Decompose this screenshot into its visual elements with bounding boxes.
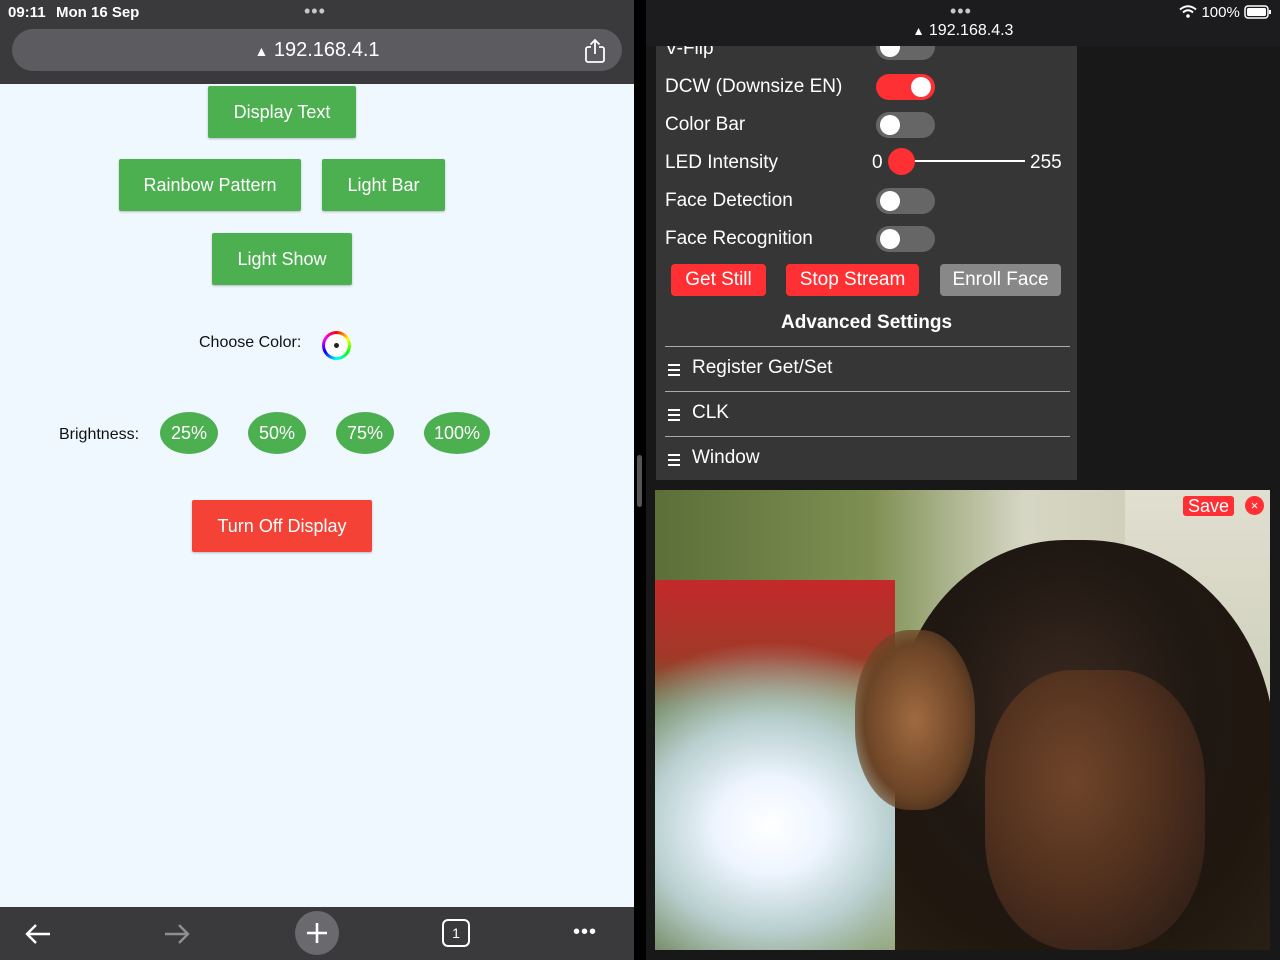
display-text-button[interactable]: Display Text (208, 86, 356, 138)
face-detection-label: Face Detection (665, 190, 793, 211)
color-picker-icon[interactable] (322, 331, 351, 360)
new-tab-button[interactable] (295, 911, 339, 955)
forward-arrow-icon[interactable] (163, 921, 191, 947)
divider (665, 346, 1070, 347)
stop-stream-button[interactable]: Stop Stream (786, 264, 919, 296)
right-browser-pane: ••• ▲ 192.168.4.3 100% V-Flip DCW (Downs… (646, 0, 1280, 960)
wifi-icon (1179, 5, 1197, 18)
face-detection-toggle[interactable] (876, 188, 935, 214)
turn-off-display-button[interactable]: Turn Off Display (192, 500, 372, 552)
led-intensity-label: LED Intensity (665, 152, 778, 173)
led-min-value: 0 (872, 152, 883, 173)
vflip-toggle[interactable] (876, 46, 935, 60)
vflip-label: V-Flip (665, 46, 714, 59)
register-get-set-section[interactable]: Register Get/Set (692, 357, 832, 379)
multitasking-dots-icon[interactable]: ••• (950, 2, 972, 20)
camera-stream-image: Save × (655, 490, 1270, 950)
save-stream-button[interactable]: Save (1182, 496, 1234, 516)
choose-color-label: Choose Color: (199, 334, 302, 351)
address-bar[interactable]: ▲ 192.168.4.3 (646, 22, 1280, 40)
get-still-button[interactable]: Get Still (671, 264, 766, 296)
battery-icon (1244, 5, 1271, 19)
more-options-icon[interactable]: ••• (573, 922, 597, 942)
close-stream-icon[interactable]: × (1245, 496, 1264, 515)
face-recognition-toggle[interactable] (876, 226, 935, 252)
status-date: Mon 16 Sep (56, 4, 140, 21)
back-arrow-icon[interactable] (24, 921, 52, 947)
address-bar[interactable]: ▲ 192.168.4.1 (12, 29, 622, 71)
color-bar-label: Color Bar (665, 114, 746, 135)
ipad-split-view: 09:11 Mon 16 Sep ••• ▲ 192.168.4.1 Displ… (0, 0, 1280, 960)
share-icon[interactable] (584, 39, 606, 63)
status-time: 09:11 (8, 4, 46, 21)
left-browser-toolbar: 09:11 Mon 16 Sep ••• ▲ 192.168.4.1 (0, 0, 634, 84)
brightness-50-button[interactable]: 50% (248, 412, 306, 454)
left-browser-pane: 09:11 Mon 16 Sep ••• ▲ 192.168.4.1 Displ… (0, 0, 634, 960)
brightness-100-button[interactable]: 100% (424, 412, 490, 454)
advanced-settings-title: Advanced Settings (780, 312, 953, 333)
hamburger-icon[interactable] (668, 454, 680, 469)
tab-switcher-button[interactable]: 1 (442, 919, 470, 947)
brightness-25-button[interactable]: 25% (160, 412, 218, 454)
url-value: 192.168.4.3 (928, 22, 1014, 39)
divider (665, 436, 1070, 437)
divider (665, 391, 1070, 392)
right-browser-toolbar: ••• ▲ 192.168.4.3 100% (646, 0, 1280, 46)
rainbow-pattern-button[interactable]: Rainbow Pattern (119, 159, 301, 211)
light-show-button[interactable]: Light Show (212, 233, 352, 285)
plus-icon (307, 923, 327, 943)
address-text: ▲ 192.168.4.1 (12, 39, 622, 62)
face-recognition-label: Face Recognition (665, 228, 813, 249)
dcw-toggle[interactable] (876, 74, 935, 100)
brightness-75-button[interactable]: 75% (336, 412, 394, 454)
split-view-handle[interactable] (637, 455, 642, 507)
window-section[interactable]: Window (692, 447, 760, 469)
enroll-face-button[interactable]: Enroll Face (940, 264, 1061, 296)
multitasking-dots-icon[interactable]: ••• (304, 2, 326, 20)
warning-icon: ▲ (254, 43, 269, 59)
led-intensity-slider[interactable] (902, 160, 1025, 162)
led-slider-thumb[interactable] (888, 148, 915, 175)
color-bar-toggle[interactable] (876, 112, 935, 138)
warning-icon: ▲ (912, 24, 925, 38)
light-bar-button[interactable]: Light Bar (322, 159, 445, 211)
hamburger-icon[interactable] (668, 364, 680, 379)
status-indicators: 100% (1179, 4, 1272, 21)
clk-section[interactable]: CLK (692, 402, 729, 424)
url-value: 192.168.4.1 (273, 39, 380, 61)
led-max-value: 255 (1030, 152, 1062, 173)
battery-percentage: 100% (1201, 4, 1240, 21)
browser-bottom-toolbar: 1 ••• (0, 907, 634, 960)
brightness-label: Brightness: (59, 426, 140, 443)
camera-settings-panel: V-Flip DCW (Downsize EN) Color Bar LED I… (656, 46, 1077, 480)
dcw-label: DCW (Downsize EN) (665, 76, 843, 97)
hamburger-icon[interactable] (668, 409, 680, 424)
